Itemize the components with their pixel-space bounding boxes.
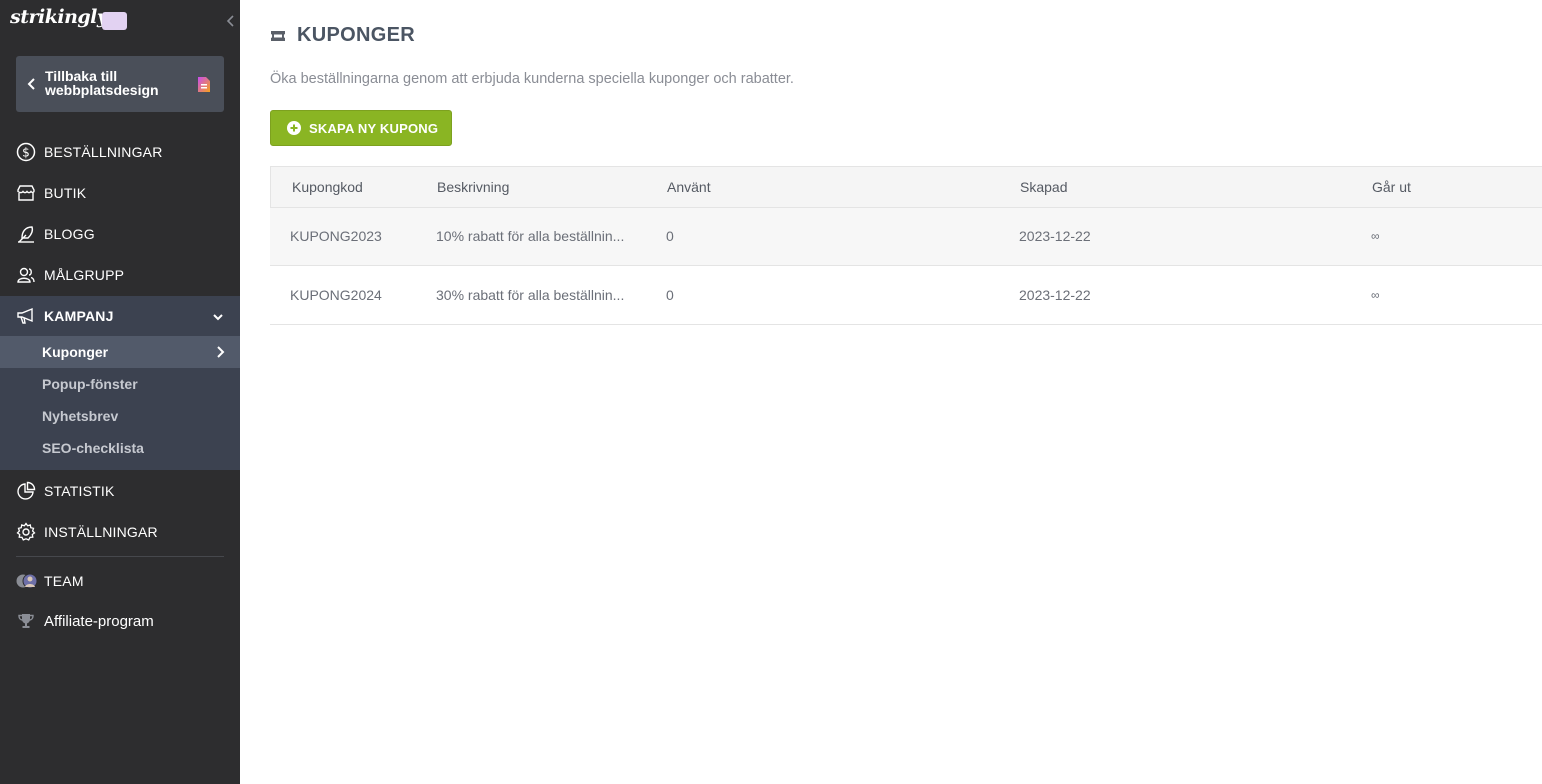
site-badge-icon [102,12,127,30]
subnav-label: SEO-checklista [42,440,144,456]
subnav-label: Popup-fönster [42,376,138,392]
nav-label: STATISTIK [44,483,115,499]
nav-label: Affiliate-program [44,613,154,630]
coupon-code: KUPONG2023 [290,228,382,244]
users-icon [16,265,36,285]
coupon-used-count: 0 [666,287,674,303]
coupon-expiry: ∞ [1371,288,1380,302]
nav-label: INSTÄLLNINGAR [44,524,158,540]
column-header-used[interactable]: Använt [667,179,711,195]
brand-logo[interactable]: strikingly [10,6,108,28]
nav-label: BUTIK [44,185,87,201]
nav-label: BESTÄLLNINGAR [44,144,163,160]
coupon-code: KUPONG2024 [290,287,382,303]
coupon-used-count: 0 [666,228,674,244]
main-content: KUPONGER Öka beställningarna genom att e… [240,0,1542,784]
table-header: Kupongkod Beskrivning Använt Skapad Går … [270,166,1542,208]
create-coupon-label: SKAPA NY KUPONG [309,121,439,136]
nav-item-audience[interactable]: MÅLGRUPP [0,255,240,295]
subnav-label: Nyhetsbrev [42,408,119,424]
sidebar: strikingly Tillbaka till webbplatsdesign… [0,0,240,784]
campaign-submenu: Kuponger Popup-fönster Nyhetsbrev SEO-ch… [0,336,240,470]
column-header-code[interactable]: Kupongkod [292,179,363,195]
nav-item-statistics[interactable]: STATISTIK [0,471,240,511]
chevron-left-icon [26,76,38,92]
subnav-label: Kuponger [42,344,109,360]
nav-label: MÅLGRUPP [44,267,125,283]
feather-icon [16,224,36,244]
table-row[interactable]: KUPONG2024 30% rabatt för alla beställni… [270,267,1542,325]
subnav-item-seo-checklist[interactable]: SEO-checklista [0,432,240,464]
nav-item-store[interactable]: BUTIK [0,173,240,213]
team-avatars-icon [15,572,39,590]
back-to-site-design-button[interactable]: Tillbaka till webbplatsdesign [16,56,224,112]
coupon-description: 30% rabatt för alla beställnin... [436,287,625,303]
coupon-description: 10% rabatt för alla beställnin... [436,228,625,244]
create-coupon-button[interactable]: SKAPA NY KUPONG [270,110,452,146]
nav-label: TEAM [44,573,84,589]
nav-item-orders[interactable]: $ BESTÄLLNINGAR [0,132,240,172]
plus-circle-icon [287,121,301,135]
nav-item-blog[interactable]: BLOGG [0,214,240,254]
pie-chart-icon [16,481,36,501]
collapse-sidebar-icon[interactable] [222,12,238,30]
nav-label: BLOGG [44,226,95,242]
sidebar-divider [16,556,224,557]
back-button-label: Tillbaka till webbplatsdesign [45,68,159,98]
coupon-created-date: 2023-12-22 [1019,287,1091,303]
subnav-item-popups[interactable]: Popup-fönster [0,368,240,400]
svg-text:$: $ [22,146,30,160]
nav-item-affiliate-program[interactable]: Affiliate-program [0,601,240,641]
coupon-created-date: 2023-12-22 [1019,228,1091,244]
column-header-expires[interactable]: Går ut [1372,179,1411,195]
nav-item-campaign[interactable]: KAMPANJ [0,296,240,336]
subnav-item-newsletter[interactable]: Nyhetsbrev [0,400,240,432]
megaphone-icon [16,306,36,326]
subnav-item-coupons[interactable]: Kuponger [0,336,240,368]
trophy-icon [16,611,36,631]
column-header-created[interactable]: Skapad [1020,179,1067,195]
gear-icon [16,522,36,542]
nav-item-team[interactable]: TEAM [0,561,240,601]
nav-label: KAMPANJ [44,308,114,324]
coupon-expiry: ∞ [1371,229,1380,243]
ticket-icon [270,29,286,43]
chevron-down-icon [211,310,225,322]
chevron-right-icon [214,345,226,359]
page-title: KUPONGER [297,24,415,46]
page-description: Öka beställningarna genom att erbjuda ku… [270,71,794,87]
dollar-circle-icon: $ [16,142,36,162]
document-icon [196,76,212,93]
column-header-description[interactable]: Beskrivning [437,179,509,195]
logo-row: strikingly [0,0,240,44]
store-icon [16,183,36,203]
table-row[interactable]: KUPONG2023 10% rabatt för alla beställni… [270,208,1542,266]
nav-item-settings[interactable]: INSTÄLLNINGAR [0,512,240,552]
